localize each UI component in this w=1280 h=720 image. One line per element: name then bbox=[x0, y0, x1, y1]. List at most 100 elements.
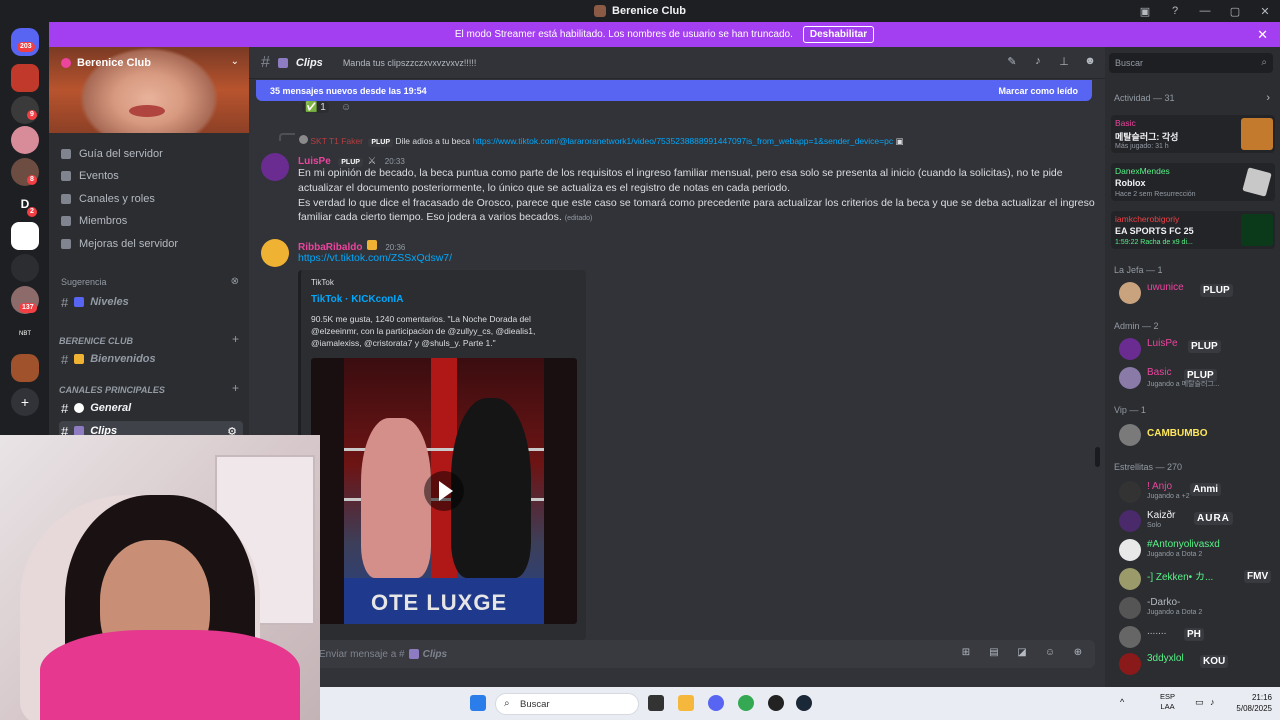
file-explorer-icon[interactable] bbox=[678, 695, 694, 711]
channel-general[interactable]: # General bbox=[59, 398, 243, 418]
gift-icon[interactable]: ⊞ bbox=[959, 647, 973, 661]
chevron-up-icon[interactable]: ^ bbox=[1120, 697, 1124, 707]
channel-clips[interactable]: # Clips ⚙ bbox=[59, 421, 243, 435]
threads-icon[interactable]: ✎ bbox=[1005, 55, 1019, 69]
banner-close-icon[interactable]: ✕ bbox=[1257, 27, 1268, 43]
settings-icon[interactable]: ⚙ bbox=[227, 425, 237, 436]
emoji-icon[interactable]: ☺ bbox=[1043, 647, 1057, 661]
member-item[interactable]: #Antonyolivasxd Jugando a Dota 2 bbox=[1111, 537, 1275, 563]
chevron-down-icon[interactable]: ⌄ bbox=[231, 56, 239, 67]
member-item[interactable]: 3ddyxlol KOU bbox=[1111, 651, 1275, 677]
add-server-icon[interactable]: + bbox=[11, 388, 39, 416]
pin-icon[interactable]: ⊥ bbox=[1057, 55, 1071, 69]
channel-bienvenidos[interactable]: # Bienvenidos bbox=[59, 349, 243, 369]
add-reaction-icon[interactable]: ☺ bbox=[341, 102, 351, 113]
member-item[interactable]: CAMBUMBO bbox=[1111, 422, 1275, 448]
reply-preview[interactable]: SKT T1 Faker PLUP Dile adios a tu beca h… bbox=[249, 133, 1105, 149]
mark-as-read-button[interactable]: Marcar como leído bbox=[998, 86, 1078, 96]
avatar[interactable] bbox=[261, 153, 289, 181]
reply-author[interactable]: SKT T1 Faker bbox=[310, 136, 363, 146]
avatar[interactable] bbox=[261, 239, 289, 267]
gif-icon[interactable]: ▤ bbox=[987, 647, 1001, 661]
embed-title[interactable]: TikTok · KICKconIA bbox=[311, 294, 403, 305]
member-item[interactable]: -] Zekken• カ... FMV bbox=[1111, 566, 1275, 592]
channels-roles-item[interactable]: Canales y roles bbox=[61, 193, 155, 205]
embed-video-thumbnail[interactable]: OTE LUXGE bbox=[311, 358, 577, 624]
network-icon[interactable]: ▭ bbox=[1195, 697, 1204, 708]
member-tag: PLUP bbox=[1188, 340, 1221, 353]
task-view-icon[interactable] bbox=[648, 695, 664, 711]
taskbar-search[interactable]: ⌕ Buscar bbox=[495, 693, 639, 715]
start-icon[interactable] bbox=[470, 695, 486, 711]
member-item[interactable]: LuisPe PLUP bbox=[1111, 336, 1275, 362]
server-list: 203 9 8 D 2 137 NBT + bbox=[0, 22, 49, 435]
member-item[interactable]: ! Anjo Anmi Jugando a +2 bbox=[1111, 479, 1275, 505]
close-button[interactable]: ✕ bbox=[1250, 5, 1280, 18]
reply-link[interactable]: https://www.tiktok.com/@lararoranetwork1… bbox=[472, 136, 893, 146]
minimize-button[interactable]: — bbox=[1190, 5, 1220, 17]
category-canales-principales[interactable]: CANALES PRINCIPALES bbox=[59, 385, 165, 395]
activity-card[interactable]: iamkcherobigoriy EA SPORTS FC 25 1:59:22… bbox=[1111, 211, 1275, 249]
obs-icon[interactable] bbox=[768, 695, 784, 711]
server-banner[interactable]: Berenice Club ⌄ bbox=[49, 47, 249, 133]
sticker-icon[interactable]: ◪ bbox=[1015, 647, 1029, 661]
channel-title: Clips bbox=[295, 56, 323, 69]
activity-card[interactable]: Basic 메탈슬러그: 각성 Más jugado: 31 h bbox=[1111, 115, 1275, 153]
chevron-right-icon[interactable]: › bbox=[1266, 92, 1270, 104]
member-item[interactable]: ....... PH bbox=[1111, 624, 1275, 650]
suggestion-title: Sugerencia bbox=[61, 277, 107, 287]
server-icon[interactable] bbox=[11, 222, 39, 250]
member-list-icon[interactable]: ☻ bbox=[1083, 55, 1097, 69]
message-link[interactable]: https://vt.tiktok.com/ZSSxQdsw7/ bbox=[298, 251, 452, 266]
clock-date: 5/08/2025 bbox=[1236, 704, 1272, 713]
play-button-icon[interactable] bbox=[424, 471, 464, 511]
category-berenice-club[interactable]: BERENICE CLUB bbox=[59, 336, 133, 346]
channel-topic[interactable]: Manda tus clipszzczxvxvzvxvz!!!!! bbox=[343, 58, 477, 68]
message-line: En mi opinión de becado, la beca puntua … bbox=[298, 167, 1063, 179]
server-boosts-item[interactable]: Mejoras del servidor bbox=[61, 238, 178, 250]
channel-label: Clips bbox=[90, 425, 118, 435]
member-item[interactable]: uwunice PLUP bbox=[1111, 280, 1275, 306]
notification-bell-icon[interactable]: ♪ bbox=[1031, 55, 1045, 69]
disable-streamer-button[interactable]: Deshabilitar bbox=[802, 26, 875, 43]
channel-niveles[interactable]: # Niveles bbox=[59, 292, 243, 312]
chrome-icon[interactable] bbox=[738, 695, 754, 711]
server-guide-item[interactable]: Guía del servidor bbox=[61, 148, 163, 160]
search-input[interactable]: Buscar ⌕ bbox=[1109, 53, 1273, 73]
star-icon bbox=[366, 240, 377, 250]
server-icon[interactable] bbox=[11, 64, 39, 92]
server-icon[interactable] bbox=[11, 126, 39, 154]
unicorn-icon bbox=[277, 57, 288, 68]
member-item[interactable]: Kaizðr AURA Solo bbox=[1111, 508, 1275, 534]
activity-card[interactable]: DanexMendes Roblox Hace 2 sem Resurrecci… bbox=[1111, 163, 1275, 201]
server-icon[interactable] bbox=[11, 254, 39, 282]
message-input[interactable]: Enviar mensaje a # Clips ⊞ ▤ ◪ ☺ ⊕ bbox=[265, 640, 1095, 668]
add-channel-icon[interactable]: + bbox=[232, 332, 239, 346]
clock[interactable]: 21:16 5/08/2025 bbox=[1236, 692, 1272, 714]
volume-icon[interactable]: ♪ bbox=[1210, 697, 1215, 707]
add-channel-icon[interactable]: + bbox=[232, 381, 239, 395]
avatar bbox=[1119, 539, 1141, 561]
inbox-icon[interactable]: ▣ bbox=[1130, 5, 1160, 18]
reaction-chip[interactable]: ✅ 1 bbox=[302, 102, 329, 113]
dismiss-icon[interactable]: ⊗ bbox=[231, 276, 239, 287]
active-server-icon[interactable] bbox=[11, 354, 39, 382]
maximize-button[interactable]: ▢ bbox=[1220, 5, 1250, 18]
help-icon[interactable]: ? bbox=[1160, 5, 1190, 17]
message-line: familiar cada cierto tiempo. Eso jodera … bbox=[298, 211, 562, 224]
server-icon[interactable]: NBT bbox=[11, 320, 39, 348]
scrollbar[interactable] bbox=[1095, 447, 1100, 467]
reaction-row: ✅ 1 ☺ bbox=[249, 102, 1105, 116]
events-item[interactable]: Eventos bbox=[61, 170, 119, 182]
apps-icon[interactable]: ⊕ bbox=[1071, 647, 1085, 661]
member-item[interactable]: -Darko- Jugando a Dota 2 bbox=[1111, 595, 1275, 621]
avatar bbox=[1119, 282, 1141, 304]
window-title: Berenice Club bbox=[612, 5, 686, 17]
members-item[interactable]: Miembros bbox=[61, 215, 127, 227]
new-messages-bar[interactable]: 35 mensajes nuevos desde las 19:54 Marca… bbox=[256, 80, 1092, 101]
member-status: Jugando a +2 bbox=[1147, 493, 1190, 500]
language-indicator[interactable]: ESP LAA bbox=[1160, 692, 1175, 712]
steam-icon[interactable] bbox=[796, 695, 812, 711]
discord-icon[interactable] bbox=[708, 695, 724, 711]
member-item[interactable]: Basic PLUP Jugando a 메탈슬러그... bbox=[1111, 365, 1275, 391]
